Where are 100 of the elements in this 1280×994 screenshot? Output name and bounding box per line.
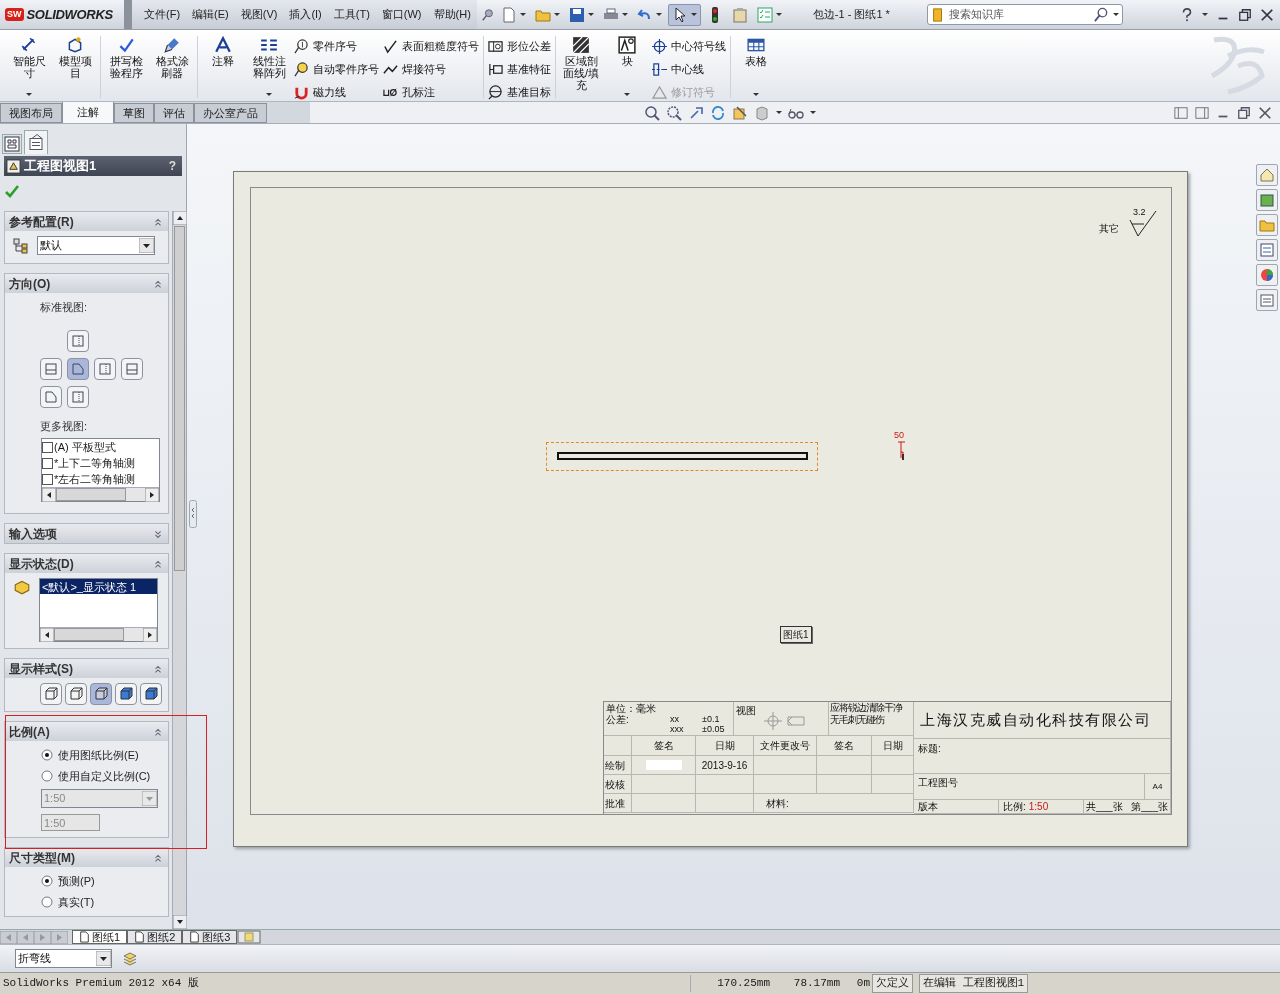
dropdown[interactable]: 默认 <box>37 236 155 255</box>
ribbon-button[interactable]: 零件序号 <box>294 36 379 56</box>
scroll-down-icon[interactable] <box>173 915 187 929</box>
dropdown-arrow-icon[interactable] <box>96 951 111 966</box>
restore-icon[interactable] <box>1237 105 1251 120</box>
help-icon[interactable] <box>1180 7 1194 22</box>
layer-icon[interactable] <box>122 950 138 967</box>
property-manager-icon[interactable] <box>24 130 48 154</box>
tab[interactable]: 注解 <box>62 101 114 123</box>
menu-item[interactable]: 帮助(H) <box>427 6 477 23</box>
caret-icon[interactable] <box>690 13 697 16</box>
display-style-button[interactable] <box>140 683 162 705</box>
pin-icon[interactable] <box>480 7 495 22</box>
save-icon[interactable] <box>568 6 585 23</box>
display-style-icon[interactable] <box>754 104 770 121</box>
menu-item[interactable]: 文件(F) <box>138 6 187 23</box>
restore-icon[interactable] <box>1238 7 1252 22</box>
view-orientation-button[interactable] <box>67 357 89 380</box>
menu-item[interactable]: 视图(V) <box>234 6 284 23</box>
search-icon[interactable] <box>1093 7 1109 22</box>
close-icon[interactable] <box>1258 105 1272 120</box>
caret-icon[interactable] <box>655 13 662 16</box>
scroll-left-icon[interactable] <box>42 488 56 502</box>
caret-icon[interactable] <box>1202 13 1208 16</box>
radio-option[interactable]: 使用自定义比例(C) <box>41 767 168 784</box>
sheet-label[interactable]: 图纸1 <box>780 626 812 643</box>
caret-icon[interactable] <box>810 111 816 114</box>
search-field[interactable]: 搜索知识库 <box>926 4 1123 25</box>
search-input[interactable]: 搜索知识库 <box>948 6 1090 23</box>
display-style-button[interactable] <box>40 683 62 705</box>
ribbon-button[interactable]: 基准特征 <box>488 59 551 79</box>
ribbon-button[interactable]: 基准目标 <box>488 82 551 102</box>
ribbon-button[interactable]: 块 <box>606 36 648 96</box>
menu-item[interactable]: 工具(T) <box>327 6 376 23</box>
appearance-icon[interactable] <box>1256 264 1278 286</box>
scroll-right-icon[interactable] <box>145 488 159 502</box>
radio-selected[interactable] <box>41 875 53 888</box>
sheet-tab[interactable]: 图纸1 <box>72 930 128 944</box>
ribbon-button[interactable]: 区域剖面线/填充 <box>560 36 602 96</box>
ribbon-button[interactable]: 表格 <box>735 36 777 96</box>
home-icon[interactable] <box>1256 164 1278 186</box>
ribbon-button[interactable]: 表面粗糙度符号 <box>383 36 479 56</box>
horizontal-scrollbar[interactable] <box>40 627 157 641</box>
panel-left-icon[interactable] <box>1174 105 1188 120</box>
display-style-button[interactable] <box>65 683 87 705</box>
view-orientation-button[interactable] <box>67 329 89 352</box>
list-item[interactable]: <默认>_显示状态 1 <box>40 579 157 594</box>
ribbon-button[interactable]: 磁力线 <box>294 82 379 102</box>
caret-icon[interactable] <box>587 13 594 16</box>
checkbox-item[interactable]: *上下二等角轴测 <box>42 455 159 471</box>
view-orientation-button[interactable] <box>40 357 62 380</box>
radio-option[interactable]: 真实(T) <box>41 893 168 910</box>
list-box[interactable]: (A) 平板型式 *上下二等角轴测 *左右二等角轴测 <box>41 438 160 502</box>
caret-icon[interactable] <box>519 13 526 16</box>
ribbon-button[interactable]: 模型项目 <box>54 36 96 96</box>
checkbox-item[interactable]: (A) 平板型式 <box>42 439 159 455</box>
view-palette-icon[interactable] <box>1256 239 1278 261</box>
dropdown-arrow-icon[interactable] <box>139 238 154 253</box>
caret-icon[interactable] <box>775 13 782 16</box>
ribbon-button[interactable]: 焊接符号 <box>383 59 479 79</box>
ribbon-button[interactable]: 拼写检验程序 <box>105 36 147 96</box>
caret-icon[interactable] <box>776 111 782 114</box>
sheet-tab[interactable]: 图纸2 <box>127 930 183 944</box>
ok-checkmark-icon[interactable] <box>4 183 20 199</box>
scroll-up-icon[interactable] <box>173 211 187 225</box>
library-icon[interactable] <box>1256 189 1278 211</box>
panel-right-icon[interactable] <box>1195 105 1209 120</box>
section-view-icon[interactable] <box>732 104 748 121</box>
radio-option[interactable]: 预测(P) <box>41 873 168 890</box>
close-icon[interactable] <box>1260 7 1274 22</box>
display-style-button[interactable] <box>115 683 137 705</box>
ribbon-button[interactable]: 中心符号线 <box>652 36 726 56</box>
checkbox-unchecked[interactable] <box>42 441 53 453</box>
horizontal-scrollbar[interactable] <box>42 487 159 501</box>
caret-icon[interactable] <box>621 13 628 16</box>
sheet-tab[interactable]: 图纸3 <box>182 930 238 944</box>
ribbon-button[interactable]: 孔标注 <box>383 82 479 102</box>
checkbox-unchecked[interactable] <box>42 473 53 485</box>
zoom-fit-icon[interactable] <box>644 104 660 121</box>
view-orientation-button[interactable] <box>94 357 116 380</box>
menu-item[interactable]: 编辑(E) <box>186 6 235 23</box>
radio-unselected[interactable] <box>41 769 53 782</box>
tab[interactable]: 视图布局 <box>0 103 62 123</box>
radio-selected[interactable] <box>41 749 53 762</box>
clipboard-icon[interactable] <box>731 6 748 23</box>
tab[interactable]: 办公室产品 <box>194 103 267 123</box>
view-orientation-button[interactable] <box>67 385 89 408</box>
list-box[interactable]: <默认>_显示状态 1 <box>39 578 158 642</box>
ribbon-button[interactable]: 格式涂刷器 <box>151 36 193 96</box>
view-orientation-button[interactable] <box>40 385 62 408</box>
radio-option[interactable]: 使用图纸比例(E) <box>41 747 168 764</box>
tab[interactable]: 评估 <box>154 103 194 123</box>
checkbox-unchecked[interactable] <box>42 457 53 469</box>
panel-collapse-handle[interactable] <box>189 500 197 528</box>
view-boundary[interactable] <box>546 442 818 471</box>
scroll-left-icon[interactable] <box>40 628 54 642</box>
ribbon-button[interactable]: 自动零件序号 <box>294 59 379 79</box>
ribbon-button[interactable]: 中心线 <box>652 59 726 79</box>
checkbox-item[interactable]: *左右二等角轴测 <box>42 471 159 487</box>
menu-item[interactable]: 插入(I) <box>283 6 328 23</box>
